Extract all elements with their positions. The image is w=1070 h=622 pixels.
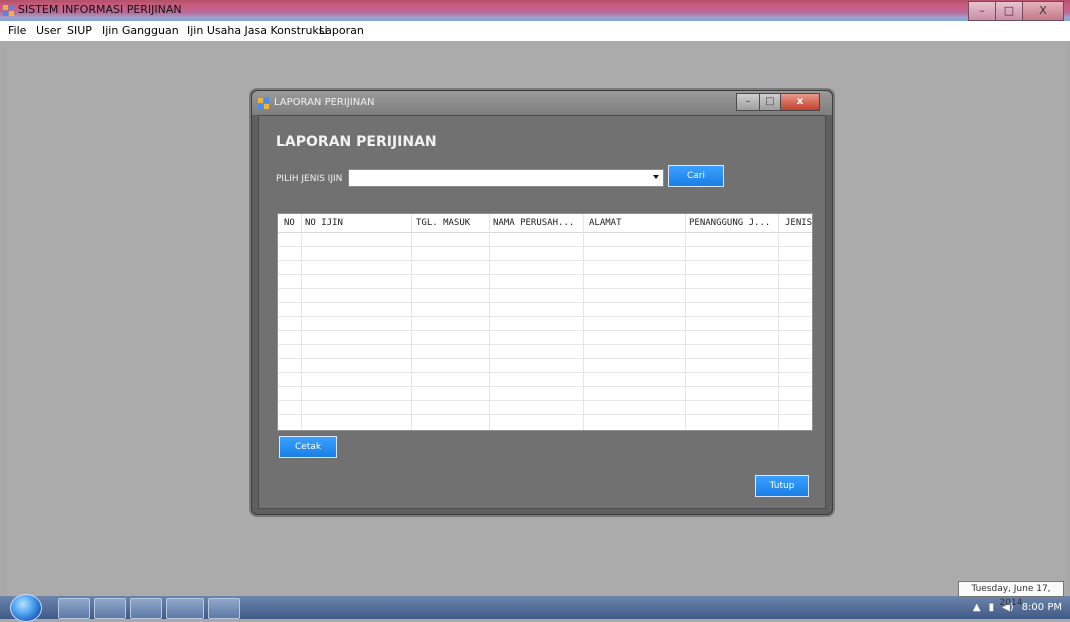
row-divider — [278, 358, 812, 359]
menu-ijin-usaha-jasa-konstruksi[interactable]: Ijin Usaha Jasa Konstruksi — [187, 24, 328, 37]
column-header-jenis[interactable]: JENIS — [785, 218, 812, 228]
row-divider — [278, 372, 812, 373]
menu-user[interactable]: User — [36, 24, 61, 37]
clock[interactable]: 8:00 PM — [1022, 602, 1062, 613]
windows-start-icon[interactable] — [10, 594, 42, 622]
column-header-nama-perusahaan[interactable]: NAMA PERUSAH... — [493, 218, 574, 228]
maximize-button[interactable]: □ — [995, 1, 1023, 21]
row-divider — [278, 246, 812, 247]
column-header-penanggung-jawab[interactable]: PENANGGUNG J... — [689, 218, 770, 228]
dialog-title-bar[interactable]: LAPORAN PERIJINAN – □ x — [252, 91, 832, 115]
row-divider — [278, 386, 812, 387]
table-header: NO NO IJIN TGL. MASUK NAMA PERUSAH... AL… — [278, 214, 812, 233]
row-divider — [278, 344, 812, 345]
main-title-bar[interactable]: SISTEM INFORMASI PERIJINAN – □ X — [0, 0, 1070, 21]
row-divider — [278, 330, 812, 331]
cetak-button[interactable]: Cetak — [279, 436, 337, 458]
app-taskbar-icon[interactable] — [208, 598, 240, 619]
chevron-down-icon[interactable] — [653, 175, 659, 179]
cari-button[interactable]: Cari — [668, 165, 724, 187]
close-button[interactable]: X — [1022, 1, 1064, 21]
menu-laporan[interactable]: Laporan — [319, 24, 364, 37]
firefox-icon[interactable] — [94, 598, 126, 619]
column-header-no-ijin[interactable]: NO IJIN — [305, 218, 343, 228]
window-title: SISTEM INFORMASI PERIJINAN — [18, 3, 182, 16]
visual-studio-icon[interactable] — [166, 598, 204, 619]
row-divider — [278, 288, 812, 289]
word-icon[interactable] — [130, 598, 162, 619]
menu-bar: File User SIUP Ijin Gangguan Ijin Usaha … — [0, 21, 1070, 41]
window-controls: – □ X — [968, 1, 1064, 21]
column-header-no[interactable]: NO — [284, 218, 295, 228]
row-divider — [278, 260, 812, 261]
laporan-dialog: LAPORAN PERIJINAN – □ x LAPORAN PERIJINA… — [251, 90, 833, 515]
dialog-body: LAPORAN PERIJINAN PILIH JENIS IJIN Cari … — [258, 115, 826, 509]
dialog-maximize-button[interactable]: □ — [759, 93, 781, 111]
date-tooltip: Tuesday, June 17, 2014 — [958, 581, 1064, 608]
row-divider — [278, 274, 812, 275]
page-heading: LAPORAN PERIJINAN — [276, 134, 437, 150]
menu-ijin-gangguan[interactable]: Ijin Gangguan — [102, 24, 179, 37]
tutup-button[interactable]: Tutup — [755, 475, 809, 497]
row-divider — [278, 316, 812, 317]
column-header-tgl-masuk[interactable]: TGL. MASUK — [416, 218, 470, 228]
jenis-ijin-label: PILIH JENIS IJIN — [276, 174, 343, 184]
dialog-app-icon — [258, 98, 269, 109]
jenis-ijin-select[interactable] — [348, 169, 664, 187]
explorer-icon[interactable] — [58, 598, 90, 619]
row-divider — [278, 400, 812, 401]
tray-arrow-icon[interactable]: ▲ — [973, 602, 981, 613]
dialog-close-button[interactable]: x — [780, 93, 820, 111]
row-divider — [278, 414, 812, 415]
minimize-button[interactable]: – — [968, 1, 996, 21]
laporan-table[interactable]: NO NO IJIN TGL. MASUK NAMA PERUSAH... AL… — [277, 213, 813, 431]
dialog-minimize-button[interactable]: – — [736, 93, 760, 111]
menu-file[interactable]: File — [8, 24, 26, 37]
menu-siup[interactable]: SIUP — [67, 24, 92, 37]
column-header-alamat[interactable]: ALAMAT — [589, 218, 622, 228]
dialog-title: LAPORAN PERIJINAN — [274, 97, 375, 108]
network-icon[interactable]: ▮ — [989, 602, 995, 613]
taskbar: ▲ ▮ ◀) 8:00 PM — [0, 594, 1070, 622]
app-icon — [3, 5, 14, 16]
row-divider — [278, 302, 812, 303]
dialog-controls: – □ x — [736, 93, 820, 111]
